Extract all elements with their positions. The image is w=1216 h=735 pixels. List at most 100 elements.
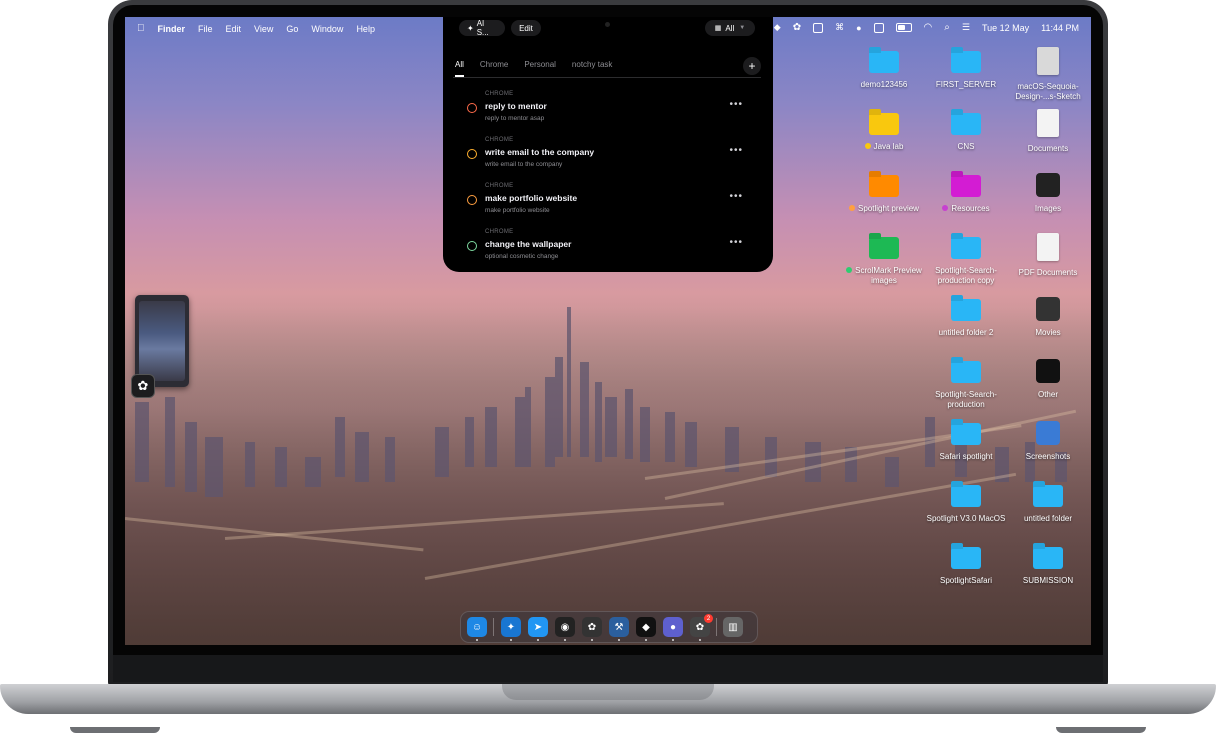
desktop-file[interactable]: Other [1007,357,1089,400]
desktop-item-label: Documents [1007,144,1089,154]
task-item[interactable]: CHROME change the wallpaper optional cos… [465,229,755,269]
tab-all[interactable]: All [455,60,464,77]
building-shape [640,407,650,462]
xcode-app-icon[interactable]: ⚒ [609,617,629,637]
task-item[interactable]: CHROME make portfolio website make portf… [465,183,755,223]
desktop-item-label: Safari spotlight [925,452,1007,462]
running-indicator [672,639,674,641]
apple-menu-icon[interactable]:  [137,23,145,34]
clock-date[interactable]: Tue 12 May [982,23,1029,33]
folder-icon [869,113,899,135]
desktop-item-name: Spotlight preview [858,204,919,213]
tab-notchy-task[interactable]: notchy task [572,60,612,77]
desktop-folder[interactable]: SUBMISSION [1007,543,1089,586]
desktop-item-name: Screenshots [1025,452,1071,461]
color-tag-icon [864,143,871,149]
task-more-icon[interactable]: ••• [729,145,743,156]
telegram-app-icon[interactable]: ➤ [528,617,548,637]
display-status-icon[interactable] [873,22,884,33]
task-more-icon[interactable]: ••• [729,237,743,248]
edit-pill[interactable]: Edit [511,20,541,36]
figma-status-icon[interactable]: ◆ [774,22,781,33]
desktop-folder[interactable]: Spotlight preview [843,171,925,214]
task-checkbox[interactable] [467,149,477,159]
finder-app-icon[interactable]: ☺ [467,617,487,637]
notch-task-panel: ✦ AI S... Edit ▦ All ▼ All Chrome Person… [443,17,773,272]
task-checkbox[interactable] [467,195,477,205]
desktop-file[interactable]: Movies [1007,295,1089,338]
desktop-item-name: untitled folder [1023,514,1073,523]
task-checkbox[interactable] [467,241,477,251]
chatgpt-status-icon[interactable]: ✿ [793,22,801,33]
desktop-item-label: Images [1007,204,1089,214]
chatgpt-app-icon[interactable]: ✿ [582,617,602,637]
desktop-item-name: SUBMISSION [1022,576,1074,585]
desktop-folder[interactable]: Resources [925,171,1007,214]
task-item[interactable]: CHROME write email to the company write … [465,137,755,177]
openai-app-icon[interactable]: ✿ 2 [690,614,713,637]
shortcut-status-icon[interactable]: ⌘ [835,22,844,33]
clipboard-status-icon[interactable] [813,22,824,33]
desktop-folder[interactable]: Spotlight V3.0 MacOS [925,481,1007,524]
github-app-icon[interactable]: ◉ [555,617,575,637]
menu-window[interactable]: Window [311,24,343,34]
laptop-foot-left [70,727,160,733]
desktop-item-label: Spotlight preview [843,204,925,214]
desktop-folder[interactable]: Spotlight-Search-production copy [925,233,1007,286]
task-item[interactable]: CHROME reply to mentor reply to mentor a… [465,91,755,131]
notification-badge: 2 [704,614,713,623]
tab-chrome[interactable]: Chrome [480,60,508,77]
folder-icon [869,51,899,73]
tab-personal[interactable]: Personal [524,60,556,77]
proton-app-icon[interactable]: ● [663,617,683,637]
file-icon [1037,47,1059,75]
desktop-folder[interactable]: Safari spotlight [925,419,1007,462]
desktop-file[interactable]: Screenshots [1007,419,1089,462]
desktop-file[interactable]: macOS-Sequoia-Design-...s-Sketch [1007,47,1089,102]
clock-time[interactable]: 11:44 PM [1041,23,1079,33]
desktop-folder[interactable]: Java lab [843,109,925,152]
menu-help[interactable]: Help [356,24,375,34]
building-shape [765,437,777,477]
menu-edit[interactable]: Edit [226,24,242,34]
user-status-icon[interactable]: ● [856,23,861,33]
menu-file[interactable]: File [198,24,213,34]
desktop-item-label: Spotlight-Search-production copy [925,266,1007,286]
trash-app-icon[interactable]: ▥ [723,617,743,637]
app-name-menu[interactable]: Finder [158,24,186,34]
figma-app-icon[interactable]: ◆ [636,617,656,637]
desktop-file[interactable]: PDF Documents [1007,233,1089,278]
desktop-folder[interactable]: FIRST_SERVER [925,47,1007,90]
desktop-folder[interactable]: untitled folder 2 [925,295,1007,338]
desktop-file[interactable]: Documents [1007,109,1089,154]
menu-go[interactable]: Go [286,24,298,34]
desktop-folder[interactable]: Spotlight-Search-production [925,357,1007,410]
desktop-item-name: untitled folder 2 [938,328,994,337]
desktop-folder[interactable]: demo123456 [843,47,925,90]
menu-view[interactable]: View [254,24,273,34]
safari-app-icon[interactable]: ✦ [501,617,521,637]
chatgpt-stage-icon[interactable]: ✿ [131,374,155,398]
folder-icon [951,175,981,197]
desktop-folder[interactable]: SpotlightSafari [925,543,1007,586]
desktop-folder[interactable]: CNS [925,109,1007,152]
task-more-icon[interactable]: ••• [729,99,743,110]
task-more-icon[interactable]: ••• [729,191,743,202]
wifi-icon[interactable]: ◠ [924,22,933,33]
building-shape [567,307,571,457]
desktop-item-label: FIRST_SERVER [925,80,1007,90]
desktop-file[interactable]: Images [1007,171,1089,214]
ai-search-pill[interactable]: ✦ AI S... [459,19,505,37]
desktop-item-label: SUBMISSION [1007,576,1089,586]
search-icon[interactable]: ⌕ [944,22,950,33]
running-indicator [510,639,512,641]
add-task-button[interactable]: + [743,57,761,75]
desktop-folder[interactable]: untitled folder [1007,481,1089,524]
running-indicator [476,639,478,641]
desktop-item-name: PDF Documents [1018,268,1078,277]
battery-icon[interactable] [895,23,912,32]
filter-dropdown[interactable]: ▦ All ▼ [705,20,755,36]
task-checkbox[interactable] [467,103,477,113]
control-center-icon[interactable]: ☰ [962,22,970,33]
desktop-folder[interactable]: ScrolMark Preview images [843,233,925,286]
